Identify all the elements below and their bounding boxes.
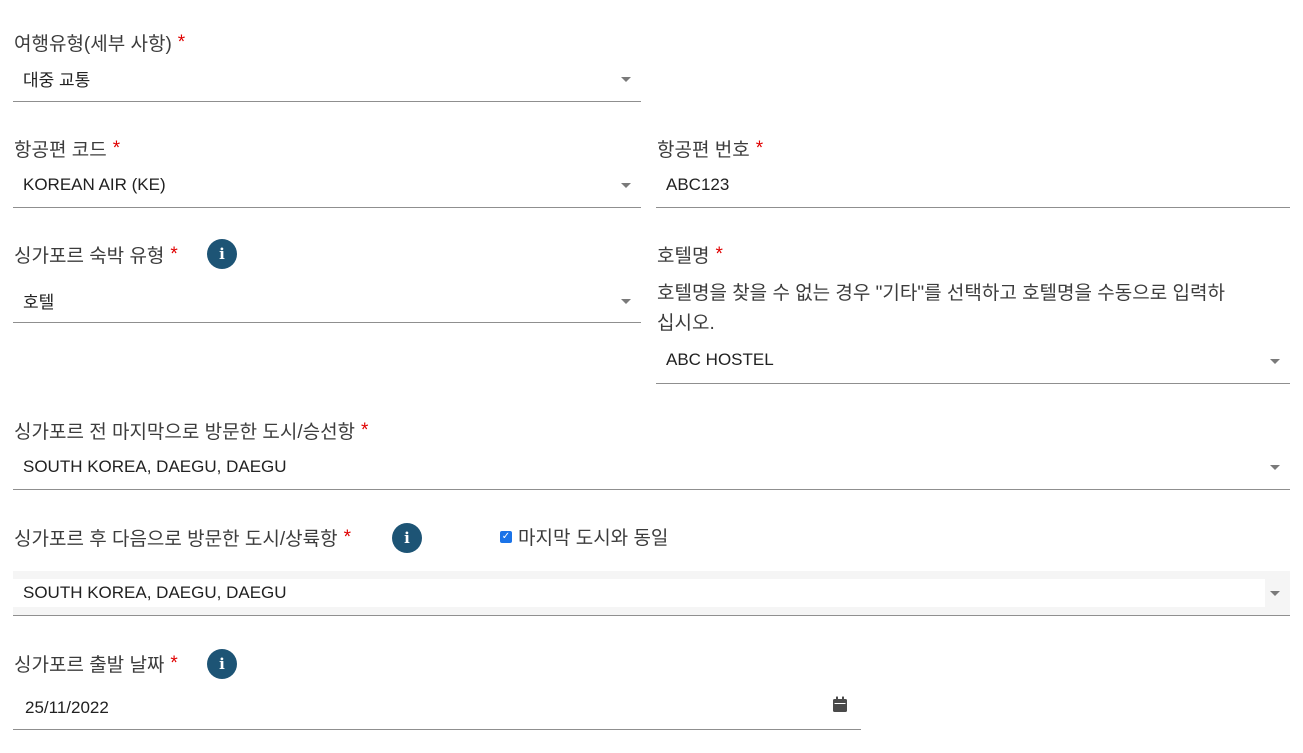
next-city-value: SOUTH KOREA, DAEGU, DAEGU bbox=[23, 583, 287, 602]
departure-date-value: 25/11/2022 bbox=[25, 698, 109, 717]
required-marker: * bbox=[755, 137, 764, 159]
last-city-label: 싱가포르 전 마지막으로 방문한 도시/승선항 * bbox=[14, 417, 368, 444]
accommodation-type-value: 호텔 bbox=[23, 293, 55, 312]
flight-code-label: 항공편 코드 * bbox=[14, 135, 120, 162]
departure-date-label-text: 싱가포르 출발 날짜 bbox=[14, 655, 165, 676]
hotel-name-helper-text: 호텔명을 찾을 수 없는 경우 "기타"를 선택하고 호텔명을 수동으로 입력하… bbox=[657, 279, 1225, 339]
hotel-name-label-text: 호텔명 bbox=[657, 246, 710, 267]
accommodation-type-label: 싱가포르 숙박 유형 * bbox=[14, 241, 178, 268]
flight-number-label: 항공편 번호 * bbox=[657, 135, 763, 162]
travel-type-value: 대중 교통 bbox=[23, 71, 91, 90]
required-marker: * bbox=[715, 243, 723, 265]
flight-code-value: KOREAN AIR (KE) bbox=[23, 175, 166, 194]
last-city-select[interactable]: SOUTH KOREA, DAEGU, DAEGU bbox=[13, 448, 1290, 490]
chevron-down-icon bbox=[1270, 359, 1280, 364]
next-city-select-disabled[interactable]: SOUTH KOREA, DAEGU, DAEGU bbox=[13, 571, 1290, 616]
accommodation-type-select[interactable]: 호텔 bbox=[13, 280, 641, 323]
same-as-last-label[interactable]: 마지막 도시와 동일 bbox=[518, 523, 668, 550]
flight-number-input[interactable]: ABC123 bbox=[656, 166, 1290, 208]
chevron-down-icon bbox=[621, 299, 631, 304]
accommodation-type-label-text: 싱가포르 숙박 유형 bbox=[14, 246, 165, 267]
travel-type-select[interactable]: 대중 교통 bbox=[13, 60, 641, 102]
flight-number-label-text: 항공편 번호 bbox=[657, 140, 750, 161]
travel-type-label: 여행유형(세부 사항) * bbox=[14, 29, 185, 56]
departure-date-label: 싱가포르 출발 날짜 * bbox=[14, 650, 178, 677]
required-marker: * bbox=[170, 652, 178, 674]
info-icon[interactable]: i bbox=[207, 649, 237, 679]
required-marker: * bbox=[112, 137, 121, 159]
hotel-name-helper-line1: 호텔명을 찾을 수 없는 경우 "기타"를 선택하고 호텔명을 수동으로 입력하 bbox=[657, 283, 1225, 304]
travel-type-label-text: 여행유형(세부 사항) bbox=[14, 34, 172, 55]
chevron-down-icon bbox=[621, 183, 631, 188]
required-marker: * bbox=[170, 243, 178, 265]
info-icon[interactable]: i bbox=[207, 239, 237, 269]
hotel-name-helper-line2: 십시오. bbox=[657, 313, 715, 334]
next-city-value-box: SOUTH KOREA, DAEGU, DAEGU bbox=[13, 579, 1265, 607]
departure-date-input[interactable]: 25/11/2022 bbox=[13, 688, 861, 730]
info-icon[interactable]: i bbox=[392, 523, 422, 553]
flight-code-select[interactable]: KOREAN AIR (KE) bbox=[13, 166, 641, 208]
required-marker: * bbox=[177, 31, 186, 53]
next-city-label: 싱가포르 후 다음으로 방문한 도시/상륙항 * bbox=[14, 524, 351, 551]
hotel-name-select[interactable]: ABC HOSTEL bbox=[656, 341, 1290, 384]
chevron-down-icon bbox=[621, 77, 631, 82]
calendar-icon[interactable] bbox=[832, 696, 848, 713]
hotel-name-value: ABC HOSTEL bbox=[666, 350, 774, 369]
required-marker: * bbox=[361, 419, 369, 441]
required-marker: * bbox=[343, 526, 351, 548]
same-as-last-checkbox[interactable]: ✓ bbox=[500, 531, 512, 543]
last-city-value: SOUTH KOREA, DAEGU, DAEGU bbox=[23, 457, 287, 476]
hotel-name-label: 호텔명 * bbox=[657, 241, 723, 268]
next-city-label-text: 싱가포르 후 다음으로 방문한 도시/상륙항 bbox=[14, 529, 338, 550]
chevron-down-icon bbox=[1270, 465, 1280, 470]
last-city-label-text: 싱가포르 전 마지막으로 방문한 도시/승선항 bbox=[14, 422, 356, 443]
flight-number-value: ABC123 bbox=[666, 175, 730, 194]
flight-code-label-text: 항공편 코드 bbox=[14, 140, 107, 161]
chevron-down-icon bbox=[1270, 591, 1280, 596]
